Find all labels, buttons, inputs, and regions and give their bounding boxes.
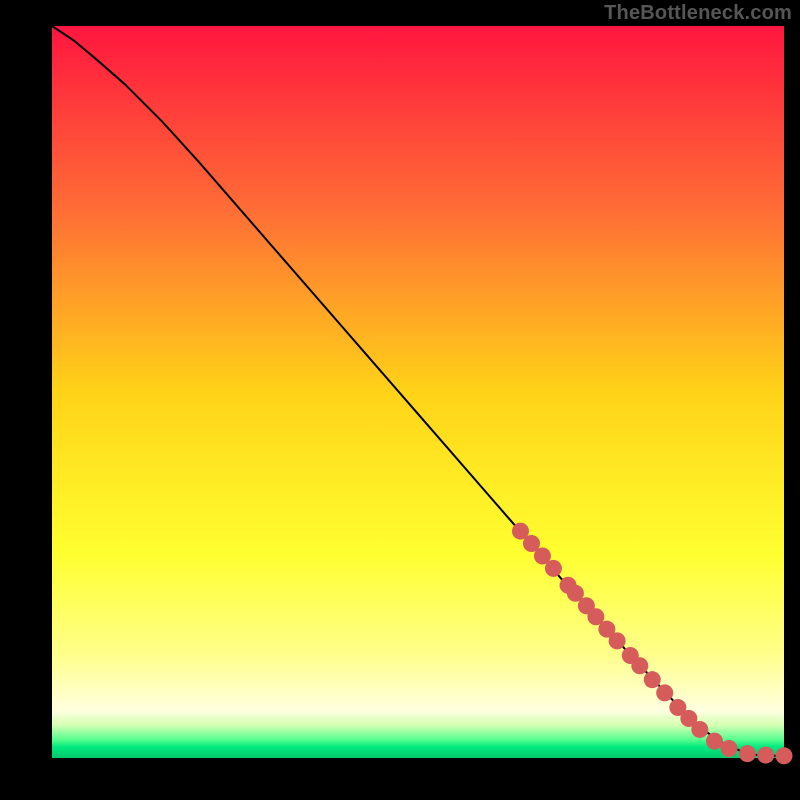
marker-dot <box>644 671 661 688</box>
marker-dot <box>609 632 626 649</box>
marker-dot <box>656 684 673 701</box>
marker-dot <box>739 745 756 762</box>
chart-frame: TheBottleneck.com <box>0 0 800 800</box>
marker-dot <box>721 740 738 757</box>
marker-dot <box>706 733 723 750</box>
marker-dot <box>691 721 708 738</box>
marker-dot <box>631 657 648 674</box>
chart-svg <box>0 0 800 800</box>
plot-background <box>52 26 784 758</box>
marker-dot <box>757 747 774 764</box>
marker-dot <box>776 747 793 764</box>
watermark-text: TheBottleneck.com <box>604 2 792 25</box>
marker-dot <box>545 560 562 577</box>
